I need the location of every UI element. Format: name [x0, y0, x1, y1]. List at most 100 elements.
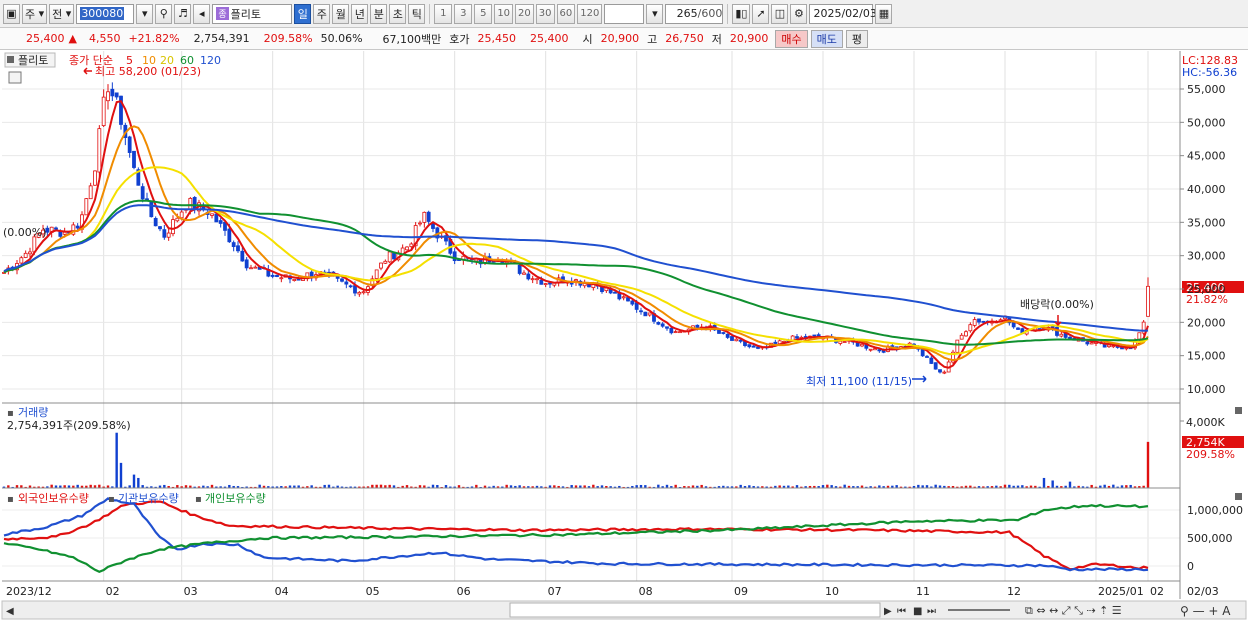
interval-30[interactable]: 30: [535, 3, 555, 24]
candle-body: [1059, 333, 1064, 337]
price-y-tick: 50,000: [1187, 116, 1226, 129]
candle-body: [773, 341, 778, 344]
price-y-tick: 45,000: [1187, 150, 1226, 163]
price-layer: [2, 67, 1150, 383]
candle-body: [964, 331, 968, 337]
scroll-thumb[interactable]: [509, 602, 881, 618]
holding-grip-icon: ▪: [7, 494, 14, 505]
volume-close-icon[interactable]: [1235, 407, 1242, 414]
tab-period-0[interactable]: 일: [294, 3, 312, 24]
holding-grip-icon: ▪: [108, 494, 115, 505]
x-axis-label: 02: [106, 585, 120, 598]
interval-custom-input[interactable]: [604, 3, 645, 24]
candle-body: [1011, 322, 1016, 328]
candle-body: [227, 228, 232, 243]
period-main-select[interactable]: 주 ▾: [22, 3, 48, 24]
candle-body: [717, 329, 721, 334]
interval-20[interactable]: 20: [515, 3, 534, 24]
count-max: /600: [697, 7, 723, 20]
candle-body: [972, 319, 977, 326]
scroll-right-icon[interactable]: ▶: [884, 606, 892, 617]
tab-period-2[interactable]: 월: [332, 3, 350, 24]
candle-body: [747, 344, 752, 348]
gear-icon[interactable]: ⚙: [790, 3, 808, 24]
save-icon[interactable]: ◫: [771, 3, 789, 24]
turnover-ratio: 50.06%: [320, 32, 363, 45]
interval-3[interactable]: 3: [454, 3, 473, 24]
trade-amount: 67,100백만: [382, 32, 442, 46]
tab-period-1[interactable]: 주: [313, 3, 331, 24]
candle-body: [379, 262, 383, 269]
volume-bar: [137, 477, 140, 488]
candle-body: [101, 96, 106, 127]
tab-period-3[interactable]: 년: [351, 3, 369, 24]
date-value: 2025/02/03: [813, 7, 877, 20]
candle-body: [383, 260, 388, 264]
candle-body: [738, 339, 743, 342]
sell-button[interactable]: 매도: [810, 29, 843, 48]
candle-body: [678, 331, 682, 334]
hc-label: HC:-56.36: [1182, 66, 1237, 79]
candle-body: [517, 264, 522, 274]
interval-60[interactable]: 60: [556, 3, 576, 24]
x-axis-label: 08: [639, 585, 653, 598]
interval-10[interactable]: 10: [494, 3, 514, 24]
zoom-tools-icon[interactable]: ⚲ — + A: [1180, 604, 1231, 618]
view-toggle-icon[interactable]: ⧉ ⇔ ↔ ⤢ ⤡ ⇢ ⇡ ☰: [1025, 604, 1122, 617]
play-back-icon[interactable]: ⏮: [897, 606, 906, 617]
search-icon[interactable]: ⚲: [155, 3, 173, 24]
speaker-icon[interactable]: ♬: [174, 3, 192, 24]
candle-body: [1107, 344, 1111, 348]
candle-body: [409, 243, 414, 248]
date-input[interactable]: 2025/02/03: [809, 3, 877, 24]
candle-body: [868, 348, 873, 351]
tab-period-5[interactable]: 초: [389, 3, 407, 24]
count-field[interactable]: 265/600: [665, 3, 724, 24]
play-forward-icon[interactable]: ⏭: [927, 606, 936, 617]
candle-body: [418, 222, 422, 225]
volume-bar: [132, 474, 136, 488]
holding-y-tick-1: 500,000: [1187, 532, 1233, 545]
interval-dropdown-icon[interactable]: ▾: [646, 3, 664, 24]
scroll-left-icon[interactable]: ◀: [6, 606, 14, 617]
interval-120[interactable]: 120: [577, 3, 603, 24]
candle-body: [795, 336, 799, 339]
prev-stock-icon[interactable]: ◂: [193, 3, 211, 24]
tab-period-4[interactable]: 분: [370, 3, 388, 24]
candle-body: [171, 219, 175, 235]
chart-area[interactable]: 플리토 종가 단순 5 10 20 60 120 LC:128.83 HC:-5…: [0, 51, 1248, 621]
candle-body: [426, 211, 431, 222]
stock-name-field[interactable]: 종 플리토: [212, 3, 293, 24]
candle-body: [548, 282, 552, 285]
holding-y-tick-2: 0: [1187, 560, 1194, 573]
candle-type-icon[interactable]: ▮▯: [732, 3, 751, 24]
draw-tool-icon[interactable]: ➚: [752, 3, 770, 24]
candle-body: [526, 273, 531, 280]
candle-body: [522, 272, 526, 275]
candle-body: [695, 324, 700, 328]
low-price: 20,900: [729, 32, 769, 45]
volume-grip-icon: ▪: [7, 408, 14, 419]
candle-body: [374, 269, 379, 279]
interval-5[interactable]: 5: [474, 3, 493, 24]
tab-period-6[interactable]: 틱: [408, 3, 426, 24]
buy-button[interactable]: 매수: [775, 29, 808, 48]
interval-1[interactable]: 1: [434, 3, 453, 24]
volume-y-tick: 4,000K: [1186, 416, 1225, 429]
candle-body: [665, 326, 669, 329]
compare-select[interactable]: 전 ▾: [49, 3, 75, 24]
holding-close-icon[interactable]: [1235, 493, 1242, 500]
stock-code-input[interactable]: 300080: [76, 3, 135, 24]
evaluate-button[interactable]: 평: [845, 29, 869, 48]
code-dropdown-icon[interactable]: ▾: [136, 3, 154, 24]
high-label: 고: [647, 32, 658, 46]
stop-icon[interactable]: ■: [913, 606, 922, 617]
calendar-icon[interactable]: ▦: [875, 3, 893, 24]
table-icon[interactable]: [8, 71, 22, 84]
candle-body: [981, 320, 986, 323]
candle-body: [1016, 327, 1020, 330]
candle-body: [97, 128, 102, 173]
chart-window-icon[interactable]: ▣: [3, 3, 20, 24]
volume-value: 2,754,391: [193, 32, 250, 45]
candle-body: [634, 302, 639, 310]
